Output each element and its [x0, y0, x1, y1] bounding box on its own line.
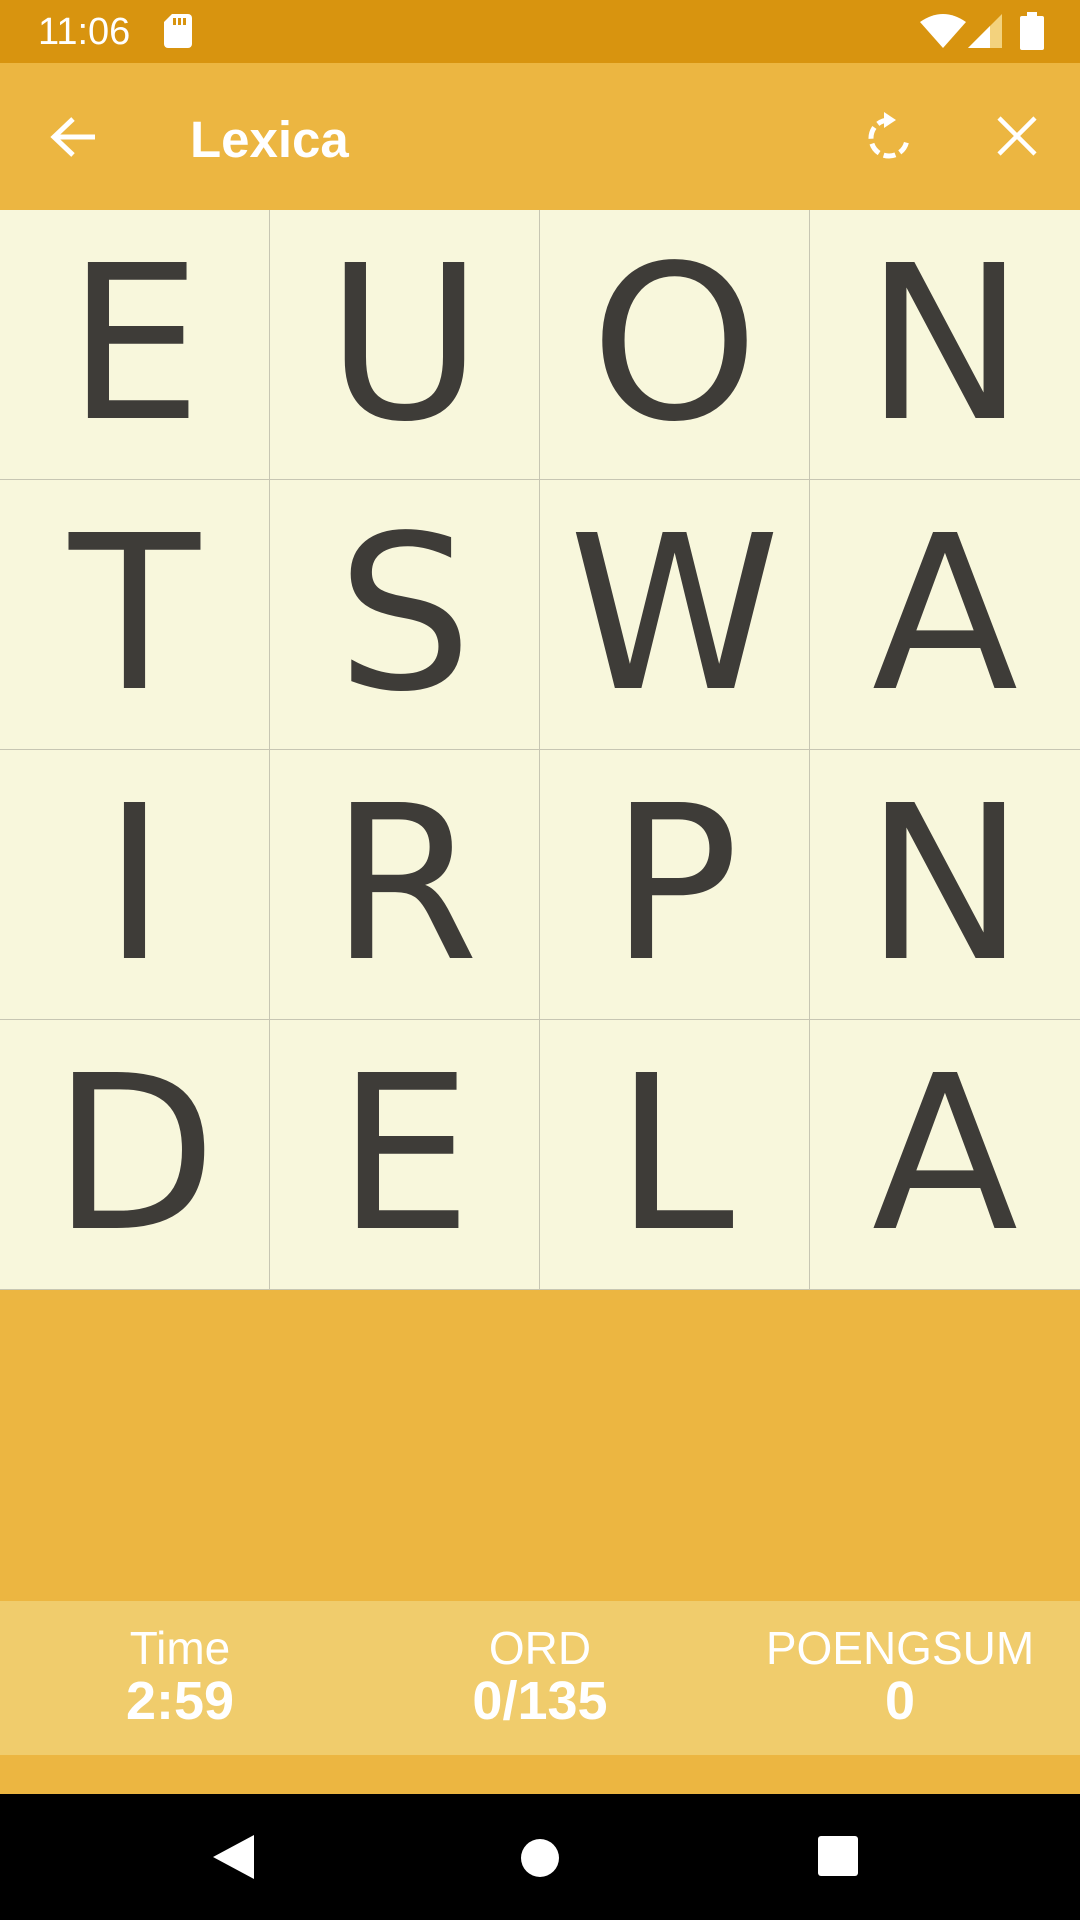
score-stat: POENGSUM 0	[750, 1623, 1050, 1729]
cell-signal-icon	[968, 14, 1002, 48]
time-stat: Time 2:59	[30, 1623, 330, 1729]
letter-tile[interactable]: R	[270, 750, 540, 1020]
letter-tile[interactable]: U	[270, 210, 540, 480]
app-bar: Lexica	[0, 63, 1080, 210]
letter-tile[interactable]: L	[540, 1020, 810, 1290]
bottom-strip	[0, 1755, 1080, 1794]
back-arrow-icon	[50, 117, 95, 157]
sd-card-icon	[164, 14, 192, 48]
nav-home-icon[interactable]	[514, 1832, 566, 1884]
words-label: ORD	[488, 1622, 592, 1674]
nav-back-icon[interactable]	[210, 1832, 260, 1882]
letter-tile[interactable]: A	[810, 1020, 1080, 1290]
letter-tile[interactable]: E	[0, 210, 270, 480]
letter-tile[interactable]: E	[270, 1020, 540, 1290]
nav-recents-icon[interactable]	[816, 1834, 860, 1878]
back-button[interactable]	[36, 108, 110, 166]
letter-tile[interactable]: P	[540, 750, 810, 1020]
words-stat: ORD 0/135	[390, 1623, 690, 1729]
letter-tile[interactable]: O	[540, 210, 810, 480]
letter-board: E U O N T S W A I R P N D E L A	[0, 210, 1080, 1290]
close-icon	[997, 116, 1037, 156]
time-label: Time	[129, 1622, 231, 1674]
letter-tile[interactable]: I	[0, 750, 270, 1020]
status-time: 11:06	[38, 11, 131, 53]
score-value: 0	[884, 1671, 916, 1731]
letter-tile[interactable]: D	[0, 1020, 270, 1290]
restart-button[interactable]	[856, 103, 922, 169]
letter-tile[interactable]: N	[810, 210, 1080, 480]
status-bar: 11:06	[0, 0, 1080, 63]
app-title: Lexica	[190, 111, 349, 168]
system-nav-bar	[0, 1794, 1080, 1920]
stats-bar: Time 2:59 ORD 0/135 POENGSUM 0	[0, 1601, 1080, 1755]
wifi-icon	[920, 14, 966, 48]
restart-icon	[868, 112, 910, 159]
time-value: 2:59	[125, 1671, 235, 1731]
found-words-area	[0, 1290, 1080, 1601]
words-value: 0/135	[472, 1671, 608, 1731]
letter-tile[interactable]: A	[810, 480, 1080, 750]
letter-tile[interactable]: S	[270, 480, 540, 750]
letter-tile[interactable]: W	[540, 480, 810, 750]
battery-icon	[1020, 12, 1044, 50]
score-label: POENGSUM	[765, 1622, 1035, 1674]
letter-tile[interactable]: T	[0, 480, 270, 750]
letter-tile[interactable]: N	[810, 750, 1080, 1020]
close-button[interactable]	[984, 103, 1050, 169]
